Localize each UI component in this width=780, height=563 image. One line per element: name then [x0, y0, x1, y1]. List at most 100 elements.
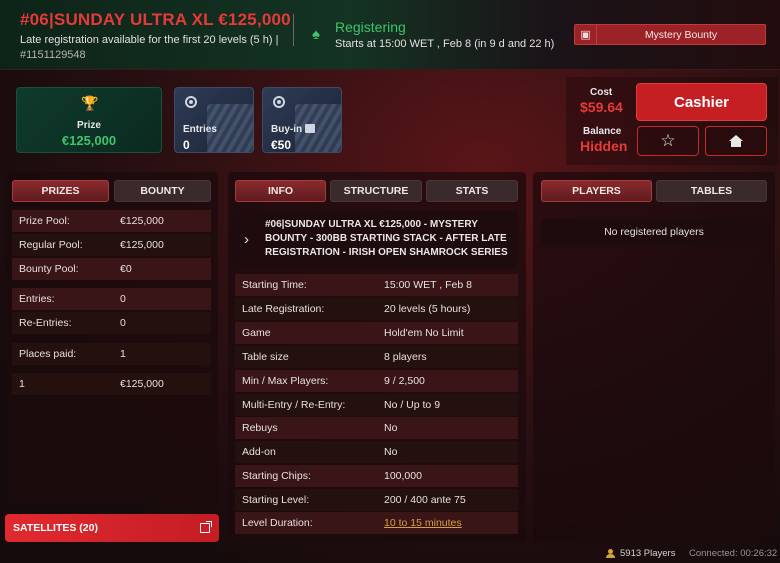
balance-label: Balance [583, 126, 622, 137]
buyin-label: Buy-in [271, 124, 303, 135]
row-key: Re-Entries: [19, 317, 72, 329]
row-key: Regular Pool: [19, 239, 83, 251]
connection-status: Connected: 00:26:32 [689, 548, 778, 559]
tournament-id: #1151129548 [20, 49, 86, 61]
prize-pool-row: Prize Pool: €125,000 [12, 210, 211, 232]
tab-prizes[interactable]: PRIZES [12, 180, 109, 202]
empty-players-message: No registered players [541, 219, 767, 245]
registration-status: Registering [335, 19, 406, 35]
tab-players[interactable]: PLAYERS [541, 180, 652, 202]
entries-label: Entries [183, 124, 217, 135]
row-value: 1 [120, 348, 126, 360]
row-key: Entries: [19, 293, 55, 305]
players-online: 5913 Players [606, 548, 675, 559]
row-key: Bounty Pool: [19, 263, 79, 275]
mystery-bounty-badge: ▣ Mystery Bounty [574, 24, 766, 45]
chevron-right-icon: › [244, 231, 249, 248]
row-value: €0 [120, 263, 132, 275]
row-value: 0 [120, 317, 126, 329]
re-entries-row: Re-Entries: 0 [12, 312, 211, 334]
home-icon [729, 135, 743, 147]
row-key: Prize Pool: [19, 215, 70, 227]
row-key: Table size [242, 351, 289, 363]
regular-pool-row: Regular Pool: €125,000 [12, 234, 211, 256]
tournament-name-expander[interactable]: › #06|SUNDAY ULTRA XL €125,000 - MYSTERY… [235, 211, 518, 268]
row-key: Add-on [242, 446, 276, 458]
multi-entry-row: Multi-Entry / Re-Entry: No / Up to 9 [235, 394, 518, 416]
starting-time-row: Starting Time: 15:00 WET , Feb 8 [235, 274, 518, 296]
tournament-full-name: #06|SUNDAY ULTRA XL €125,000 - MYSTERY B… [265, 219, 508, 258]
user-icon [606, 549, 615, 558]
payout-row: 1 €125,000 [12, 373, 211, 395]
tab-structure[interactable]: STRUCTURE [330, 180, 422, 202]
tournament-subtitle: Late registration available for the firs… [20, 33, 290, 63]
starting-chips-row: Starting Chips: 100,000 [235, 465, 518, 487]
row-value: 9 / 2,500 [384, 375, 425, 387]
header-divider [293, 14, 294, 46]
row-value: No [384, 422, 398, 434]
entries-icon [185, 96, 197, 108]
row-value: Hold'em No Limit [384, 327, 464, 339]
game-row: Game Hold'em No Limit [235, 322, 518, 344]
buyin-label-wrap: Buy-in [271, 124, 316, 135]
row-key: Rebuys [242, 422, 278, 434]
tournament-header: #06|SUNDAY ULTRA XL €125,000 Late regist… [0, 0, 780, 70]
late-registration-note: Late registration available for the firs… [20, 34, 279, 46]
rebuys-row: Rebuys No [235, 417, 518, 439]
row-value: 100,000 [384, 470, 422, 482]
row-key: Starting Chips: [242, 470, 311, 482]
players-count: 5913 Players [620, 548, 676, 559]
row-value: 8 players [384, 351, 427, 363]
row-key: Min / Max Players: [242, 375, 329, 387]
favorite-button[interactable]: ☆ [637, 126, 699, 156]
cost-value: $59.64 [580, 99, 623, 115]
cashier-button[interactable]: Cashier [636, 83, 767, 121]
prize-value: €125,000 [61, 133, 117, 148]
row-value: €125,000 [120, 215, 164, 227]
spade-icon: ♠ [312, 26, 320, 43]
row-key: 1 [19, 378, 25, 390]
row-value: 20 levels (5 hours) [384, 303, 471, 315]
level-duration-row: Level Duration: 10 to 15 minutes [235, 512, 518, 534]
star-icon: ☆ [660, 131, 676, 150]
cost-label: Cost [590, 87, 613, 98]
satellites-button[interactable]: SATELLITES (20) [5, 514, 219, 542]
briefcase-icon: ▣ [575, 25, 597, 44]
row-key: Level Duration: [242, 517, 313, 529]
row-value: No [384, 446, 398, 458]
entries-card: Entries 0 [174, 87, 254, 153]
buyin-icon [273, 96, 285, 108]
row-value: €125,000 [120, 239, 164, 251]
trophy-icon: 🏆 [81, 95, 99, 111]
row-key: Game [242, 327, 271, 339]
row-key: Multi-Entry / Re-Entry: [242, 399, 346, 411]
buyin-value: €50 [271, 138, 292, 152]
row-key: Starting Time: [242, 279, 307, 291]
row-value: €125,000 [120, 378, 164, 390]
tab-tables[interactable]: TABLES [656, 180, 767, 202]
prize-card: 🏆 Prize €125,000 [16, 87, 162, 153]
balance-value[interactable]: Hidden [580, 138, 627, 154]
bounty-pool-row: Bounty Pool: €0 [12, 258, 211, 280]
tab-stats[interactable]: STATS [426, 180, 518, 202]
tournament-title: #06|SUNDAY ULTRA XL €125,000 [20, 10, 291, 29]
add-on-row: Add-on No [235, 441, 518, 463]
info-icon[interactable] [305, 124, 316, 133]
starting-level-row: Starting Level: 200 / 400 ante 75 [235, 489, 518, 511]
row-value: 15:00 WET , Feb 8 [384, 279, 472, 291]
level-duration-link[interactable]: 10 to 15 minutes [384, 517, 462, 529]
table-size-row: Table size 8 players [235, 346, 518, 368]
tab-bounty[interactable]: BOUNTY [114, 180, 211, 202]
external-link-icon [200, 521, 212, 533]
row-value: No / Up to 9 [384, 399, 441, 411]
satellites-label: SATELLITES (20) [13, 522, 98, 534]
entries-value: 0 [183, 138, 190, 152]
late-registration-row: Late Registration: 20 levels (5 hours) [235, 298, 518, 320]
entries-row: Entries: 0 [12, 288, 211, 310]
tab-info[interactable]: INFO [235, 180, 326, 202]
row-key: Starting Level: [242, 494, 310, 506]
buyin-card: Buy-in €50 [262, 87, 342, 153]
start-time: Starts at 15:00 WET , Feb 8 (in 9 d and … [335, 38, 555, 50]
row-value: 0 [120, 293, 126, 305]
lobby-button[interactable] [705, 126, 767, 156]
